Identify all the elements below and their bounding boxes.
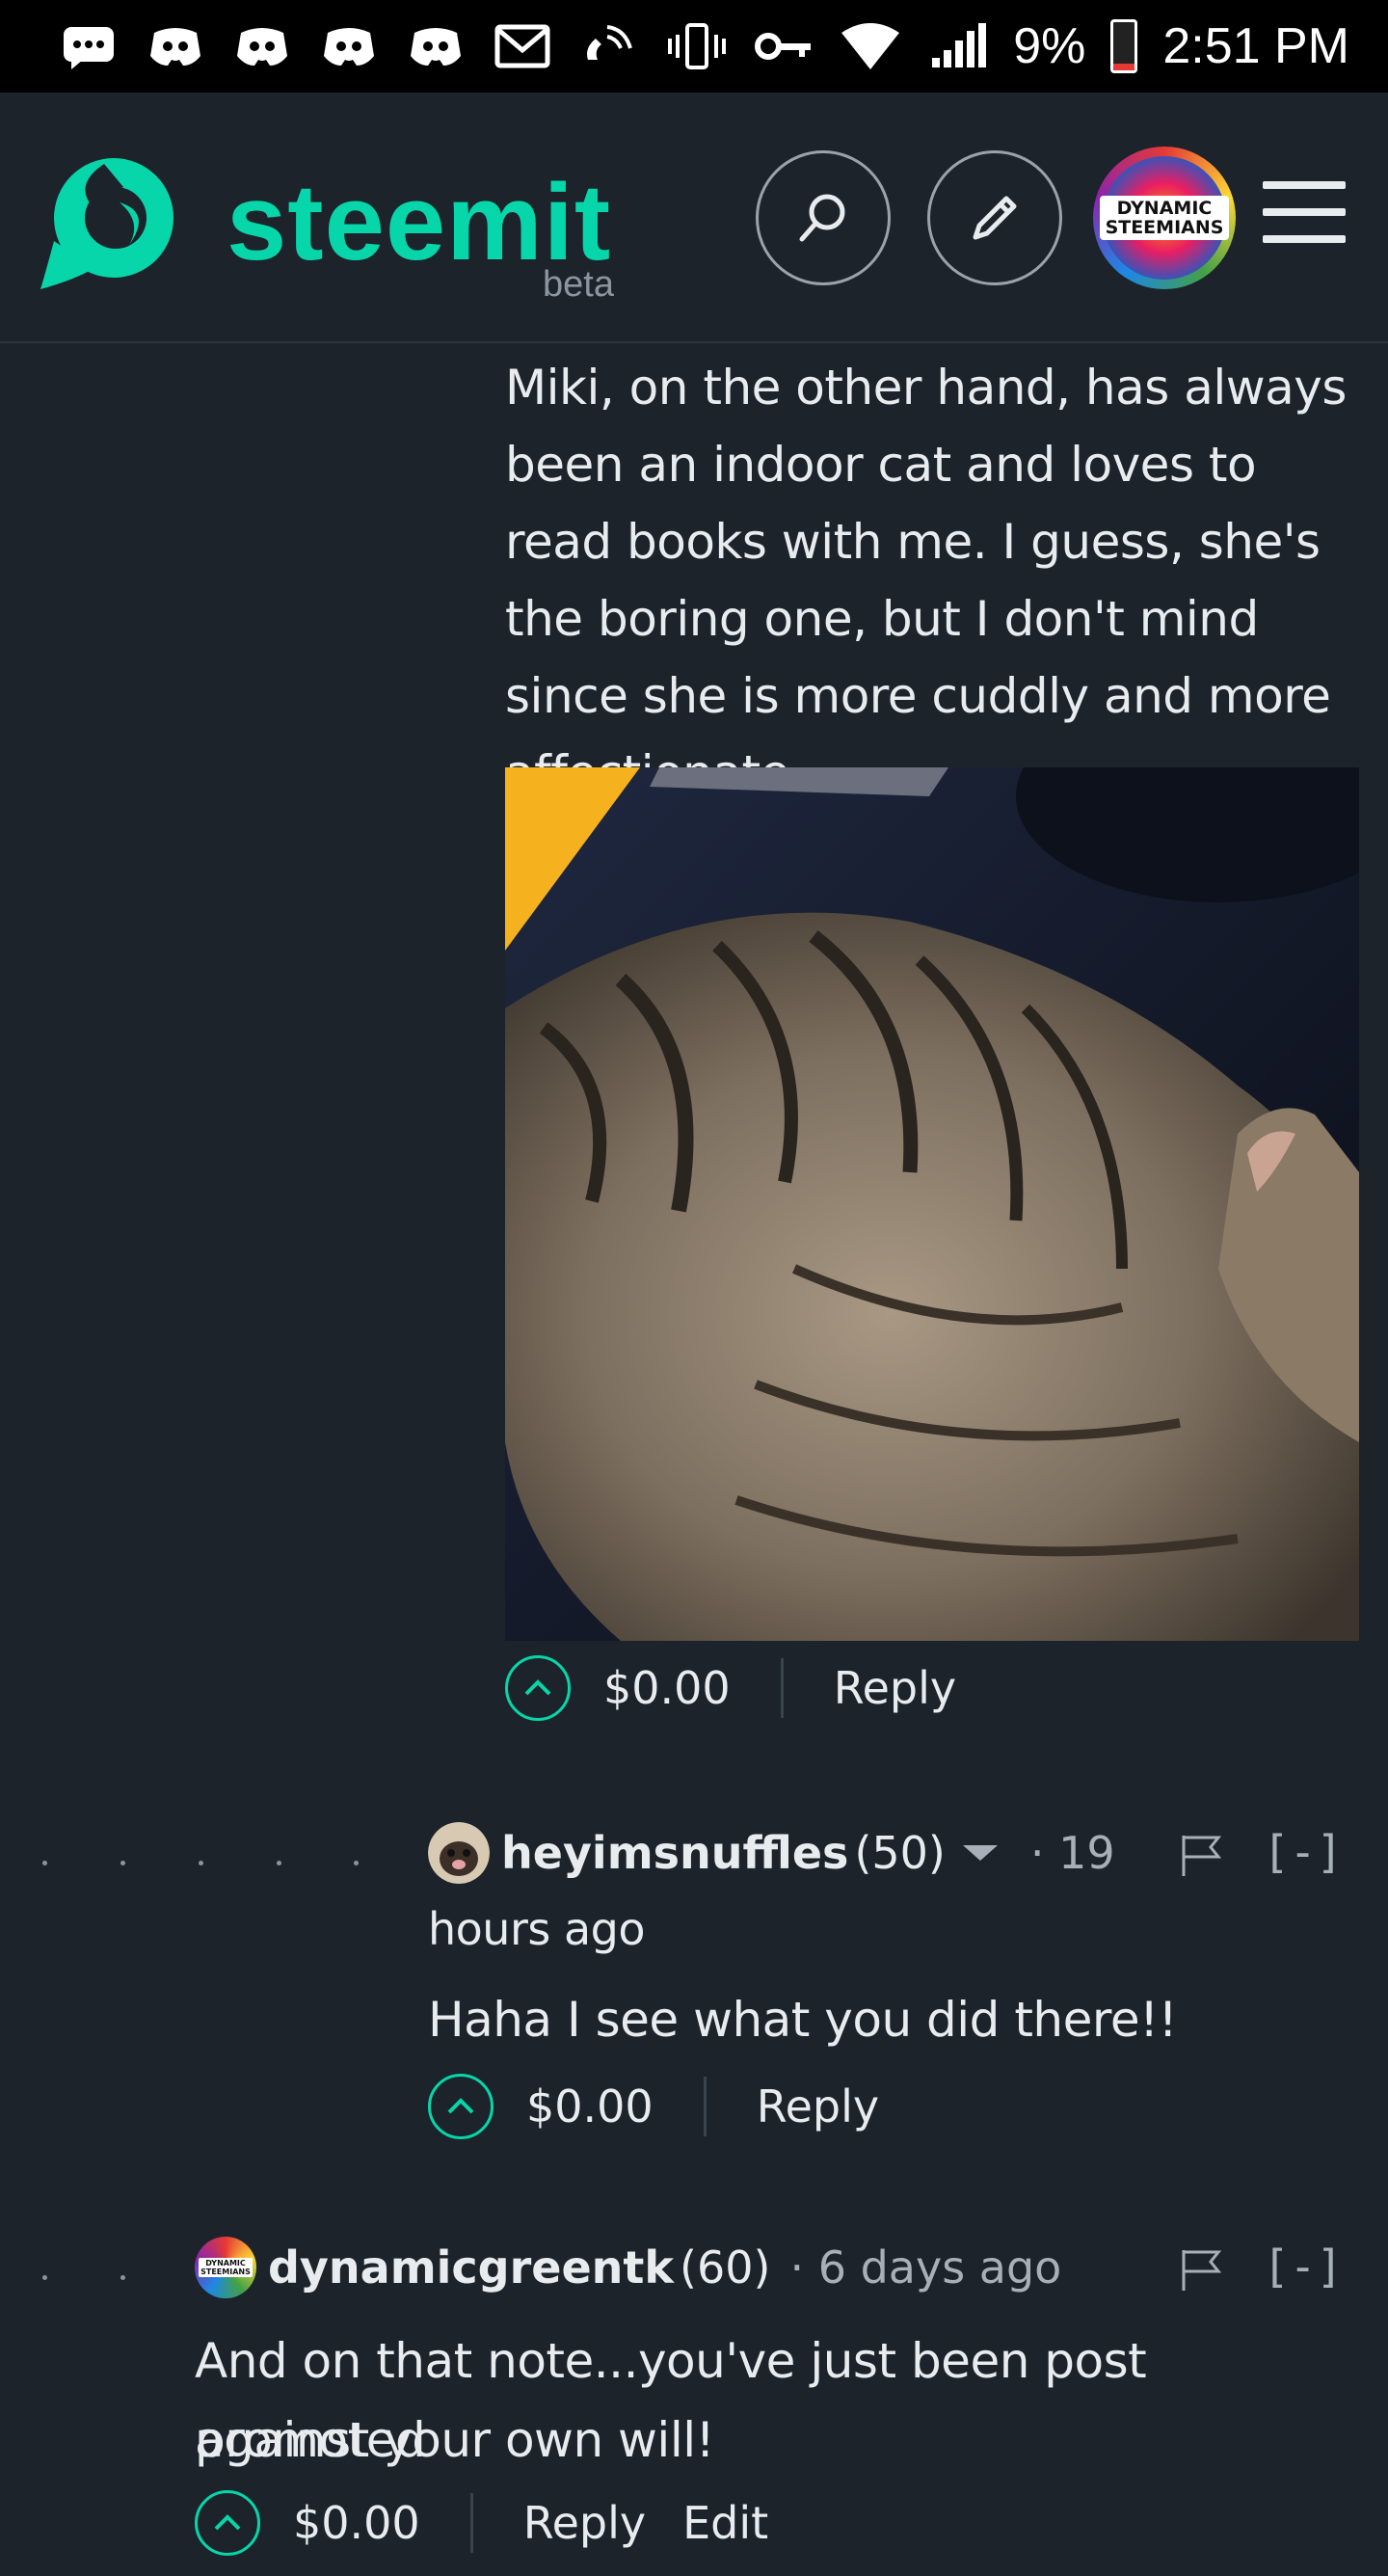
author-reputation: (60) bbox=[680, 2241, 771, 2294]
beta-label: beta bbox=[543, 264, 614, 305]
cat-photo bbox=[505, 767, 1359, 1641]
reply-link[interactable]: Reply bbox=[834, 1662, 956, 1714]
author-reputation: (50) bbox=[854, 1827, 946, 1879]
chevron-down-icon[interactable] bbox=[962, 1845, 998, 1861]
reply-link[interactable]: Reply bbox=[523, 2497, 646, 2549]
pencil-icon bbox=[973, 196, 1017, 240]
post-vote-row: $0.00 Reply bbox=[505, 1654, 956, 1722]
divider bbox=[469, 2493, 473, 2553]
gmail-icon bbox=[492, 21, 553, 71]
reply-link[interactable]: Reply bbox=[757, 2080, 879, 2133]
comment-author[interactable]: heyimsnuffles bbox=[501, 1827, 848, 1879]
edit-link[interactable]: Edit bbox=[682, 2497, 768, 2549]
flag-icon[interactable] bbox=[1180, 1834, 1222, 1878]
comment-time-continued[interactable]: hours ago bbox=[428, 1895, 645, 1963]
post-paragraph: Miki, on the other hand, has always been… bbox=[505, 360, 1347, 801]
flag-icon[interactable] bbox=[1180, 2248, 1222, 2293]
wifi-call-icon bbox=[578, 21, 640, 71]
battery-icon bbox=[1110, 19, 1138, 73]
divider bbox=[703, 2077, 707, 2136]
payout-amount[interactable]: $0.00 bbox=[526, 2080, 654, 2133]
avatar-label: DYNAMIC STEEMIANS bbox=[1099, 196, 1230, 240]
upvote-button[interactable] bbox=[505, 1655, 571, 1721]
chevron-up-icon bbox=[524, 1679, 551, 1696]
comment-body: Haha I see what you did there!! bbox=[428, 1992, 1178, 2048]
payout-amount[interactable]: $0.00 bbox=[293, 2497, 420, 2549]
notification-icons bbox=[58, 21, 640, 71]
site-header: steemit beta DYNAMIC STEEMIANS bbox=[0, 93, 1388, 343]
search-icon bbox=[799, 194, 845, 242]
payout-amount[interactable]: $0.00 bbox=[603, 1662, 731, 1714]
collapse-toggle[interactable]: [-] bbox=[1263, 2241, 1343, 2293]
hamburger-menu-icon[interactable] bbox=[1263, 181, 1346, 251]
divider bbox=[780, 1658, 784, 1718]
comment-vote-row: $0.00 Reply bbox=[428, 2073, 879, 2140]
comment-author[interactable]: dynamicgreentk bbox=[268, 2241, 674, 2294]
discord-icon bbox=[318, 21, 380, 71]
system-icons: 9% 2:51 PM bbox=[666, 17, 1349, 75]
clock: 2:51 PM bbox=[1162, 18, 1349, 74]
signal-icon bbox=[926, 21, 988, 71]
search-button[interactable] bbox=[756, 150, 891, 285]
messages-icon bbox=[58, 21, 120, 71]
steemit-logo-icon[interactable] bbox=[37, 145, 185, 293]
comment-header: DYNAMIC STEEMIANS dynamicgreentk (60) · … bbox=[195, 2237, 1061, 2298]
vibrate-icon bbox=[666, 21, 728, 71]
chevron-up-icon bbox=[447, 2098, 474, 2114]
discord-icon bbox=[231, 21, 293, 71]
comment-time[interactable]: · 6 days ago bbox=[789, 2241, 1061, 2294]
discord-icon bbox=[405, 21, 467, 71]
battery-percent: 9% bbox=[1013, 18, 1086, 74]
user-avatar[interactable]: DYNAMIC STEEMIANS bbox=[1093, 147, 1236, 289]
discord-icon bbox=[145, 21, 206, 71]
status-bar: 9% 2:51 PM bbox=[0, 0, 1388, 93]
upvote-button[interactable] bbox=[428, 2074, 494, 2139]
comment-time[interactable]: · 19 bbox=[1030, 1827, 1115, 1879]
upvote-button[interactable] bbox=[195, 2490, 260, 2556]
vpn-key-icon bbox=[753, 21, 814, 71]
compose-button[interactable] bbox=[927, 150, 1062, 285]
avatar[interactable] bbox=[428, 1822, 490, 1884]
chevron-up-icon bbox=[214, 2514, 241, 2531]
comment-vote-row: $0.00 Reply Edit bbox=[195, 2489, 768, 2557]
collapse-toggle[interactable]: [-] bbox=[1263, 1826, 1343, 1878]
wifi-icon bbox=[840, 21, 901, 71]
comment-header: heyimsnuffles (50) · 19 bbox=[428, 1822, 1115, 1884]
comment-body-line-2: against your own will! bbox=[195, 2412, 715, 2468]
avatar[interactable]: DYNAMIC STEEMIANS bbox=[195, 2237, 256, 2298]
